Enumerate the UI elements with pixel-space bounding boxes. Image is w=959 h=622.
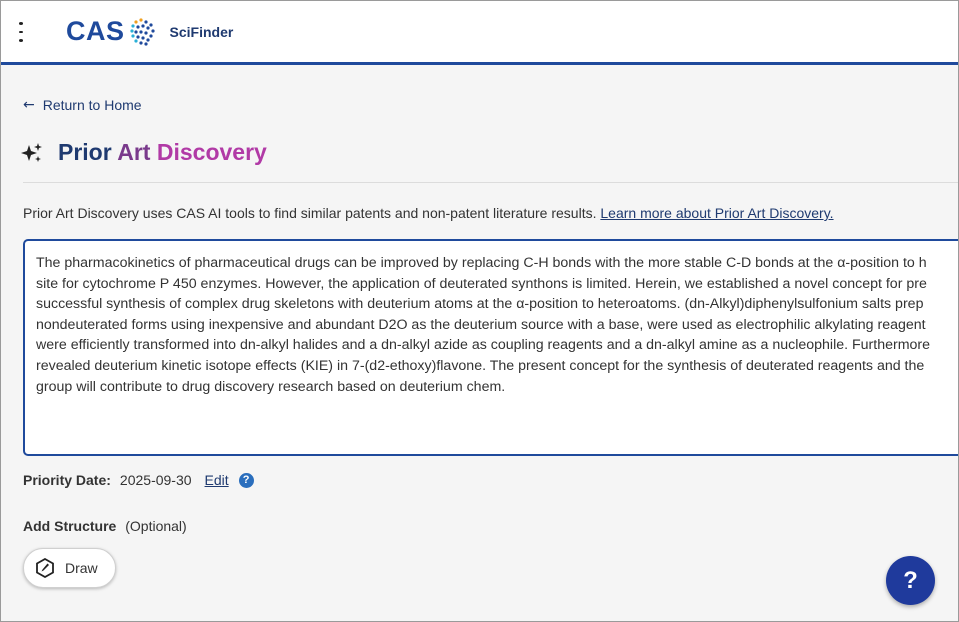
top-bar: CAS SciFinder xyxy=(1,1,958,65)
query-text-line: nondeuterated forms using inexpensive an… xyxy=(36,316,926,333)
priority-edit-link[interactable]: Edit xyxy=(205,472,229,488)
arrow-left-icon: ← xyxy=(23,97,35,113)
more-vertical-icon[interactable] xyxy=(11,19,31,45)
query-text-line: site for cytochrome P 450 enzymes. Howev… xyxy=(36,275,927,292)
app-frame: CAS SciFinder ← Return to Home Prior Art… xyxy=(0,0,959,622)
priority-date-value: 2025-09-30 xyxy=(119,472,192,488)
page-title-row: Prior Art Discovery xyxy=(21,139,267,166)
product-name: SciFinder xyxy=(169,23,234,40)
add-structure-label: Add Structure xyxy=(23,518,117,534)
divider xyxy=(23,182,958,183)
title-word-prior: Prior xyxy=(58,139,112,165)
title-word-discovery: Discovery xyxy=(156,139,267,165)
cas-logo-mark-icon xyxy=(129,17,155,46)
optional-label: (Optional) xyxy=(125,518,187,534)
learn-more-link[interactable]: Learn more about Prior Art Discovery. xyxy=(600,205,833,221)
query-text-line: were efficiently transformed into dn-alk… xyxy=(36,337,931,354)
page-title: Prior Art Discovery xyxy=(58,139,267,166)
add-structure-heading: Add Structure (Optional) xyxy=(23,518,187,534)
intro-description: Prior Art Discovery uses CAS AI tools to… xyxy=(23,205,597,221)
query-text-line: revealed deuterium kinetic isotope effec… xyxy=(36,357,925,374)
draw-button[interactable]: Draw xyxy=(23,548,116,588)
priority-date-label: Priority Date: xyxy=(23,472,111,488)
logo-text: CAS xyxy=(66,16,125,46)
query-text-line: successful synthesis of complex drug ske… xyxy=(36,296,924,313)
title-word-art: Art xyxy=(117,139,151,165)
draw-structure-icon xyxy=(36,558,54,578)
query-text-line: The pharmacokinetics of pharmaceutical d… xyxy=(36,255,927,271)
priority-date-row: Priority Date: 2025-09-30 Edit ? xyxy=(23,472,254,488)
sparkle-icon xyxy=(21,142,42,162)
return-home-label: Return to Home xyxy=(42,97,142,113)
help-button[interactable]: ? xyxy=(886,556,935,605)
help-icon[interactable]: ? xyxy=(238,472,254,488)
query-textarea[interactable]: The pharmacokinetics of pharmaceutical d… xyxy=(23,239,958,456)
cas-logo[interactable]: CAS SciFinder xyxy=(66,16,233,47)
return-home-link[interactable]: ← Return to Home xyxy=(23,97,142,113)
query-text-line: group will contribute to drug discovery … xyxy=(36,378,506,395)
draw-button-label: Draw xyxy=(65,560,98,576)
intro-text: Prior Art Discovery uses CAS AI tools to… xyxy=(23,205,834,221)
